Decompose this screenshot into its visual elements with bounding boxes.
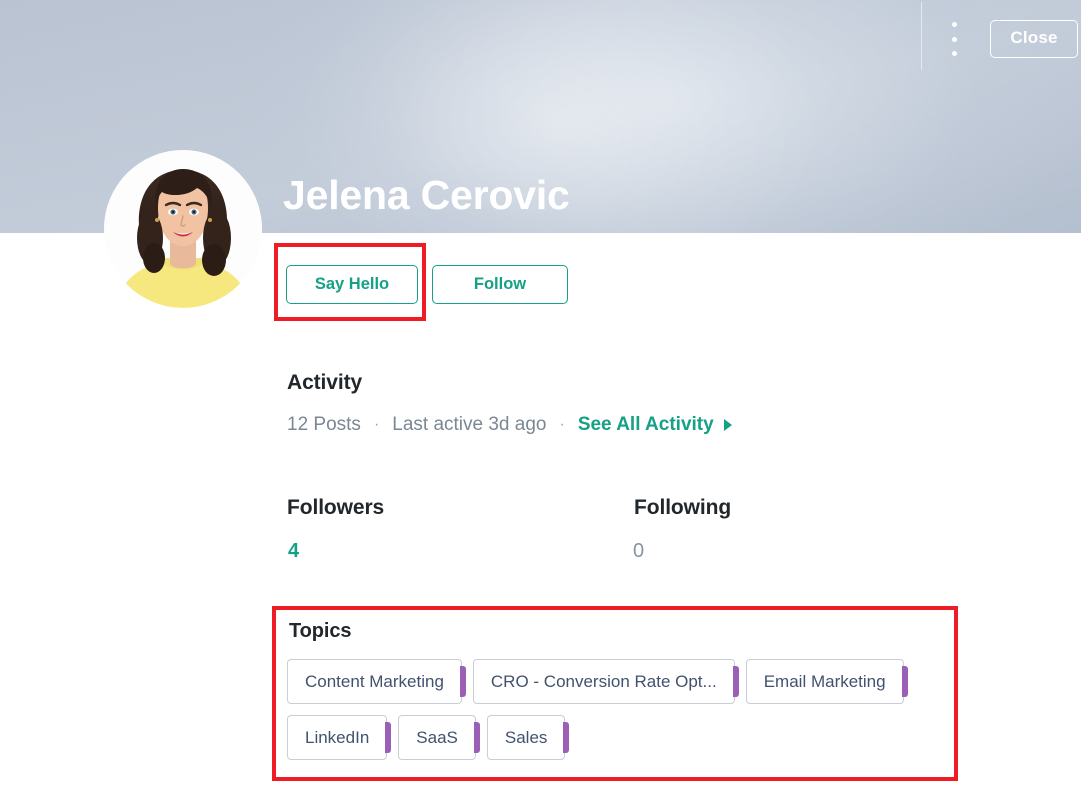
page-title: Jelena Cerovic — [283, 172, 570, 218]
activity-post-count: 12 Posts — [287, 414, 361, 435]
topic-chip[interactable]: Content Marketing — [287, 659, 466, 704]
caret-right-icon — [723, 419, 732, 431]
activity-separator-2: · — [559, 416, 565, 433]
topic-chip[interactable]: CRO - Conversion Rate Opt... — [472, 659, 739, 704]
see-all-activity-label: See All Activity — [577, 414, 714, 435]
activity-separator-1: · — [373, 416, 380, 433]
topic-chip[interactable]: SaaS — [398, 715, 480, 760]
close-button[interactable]: Close — [990, 20, 1078, 58]
topic-chip[interactable]: Email Marketing — [745, 659, 908, 704]
activity-heading: Activity — [287, 371, 363, 394]
kebab-dot — [951, 51, 957, 56]
following-heading: Following — [634, 496, 732, 519]
say-hello-button[interactable]: Say Hello — [286, 265, 418, 304]
avatar[interactable] — [104, 150, 262, 308]
followers-heading: Followers — [287, 496, 385, 519]
see-all-activity-link[interactable]: See All Activity — [578, 414, 732, 436]
more-vertical-icon[interactable] — [946, 22, 962, 56]
topbar-divider — [921, 2, 922, 70]
follow-button[interactable]: Follow — [432, 265, 568, 304]
topic-chip[interactable]: LinkedIn — [287, 715, 392, 760]
following-count: 0 — [633, 540, 645, 562]
activity-summary: 12 Posts · Last active 3d ago · See All … — [287, 414, 732, 436]
topics-heading: Topics — [289, 620, 352, 642]
kebab-dot — [951, 22, 957, 27]
activity-last-active: Last active 3d ago — [392, 414, 547, 435]
topics-chip-list: Content Marketing CRO - Conversion Rate … — [287, 659, 947, 760]
followers-count[interactable]: 4 — [288, 540, 299, 563]
topic-chip[interactable]: Sales — [486, 715, 569, 760]
kebab-dot — [951, 36, 957, 42]
user-avatar-photo — [104, 150, 262, 308]
